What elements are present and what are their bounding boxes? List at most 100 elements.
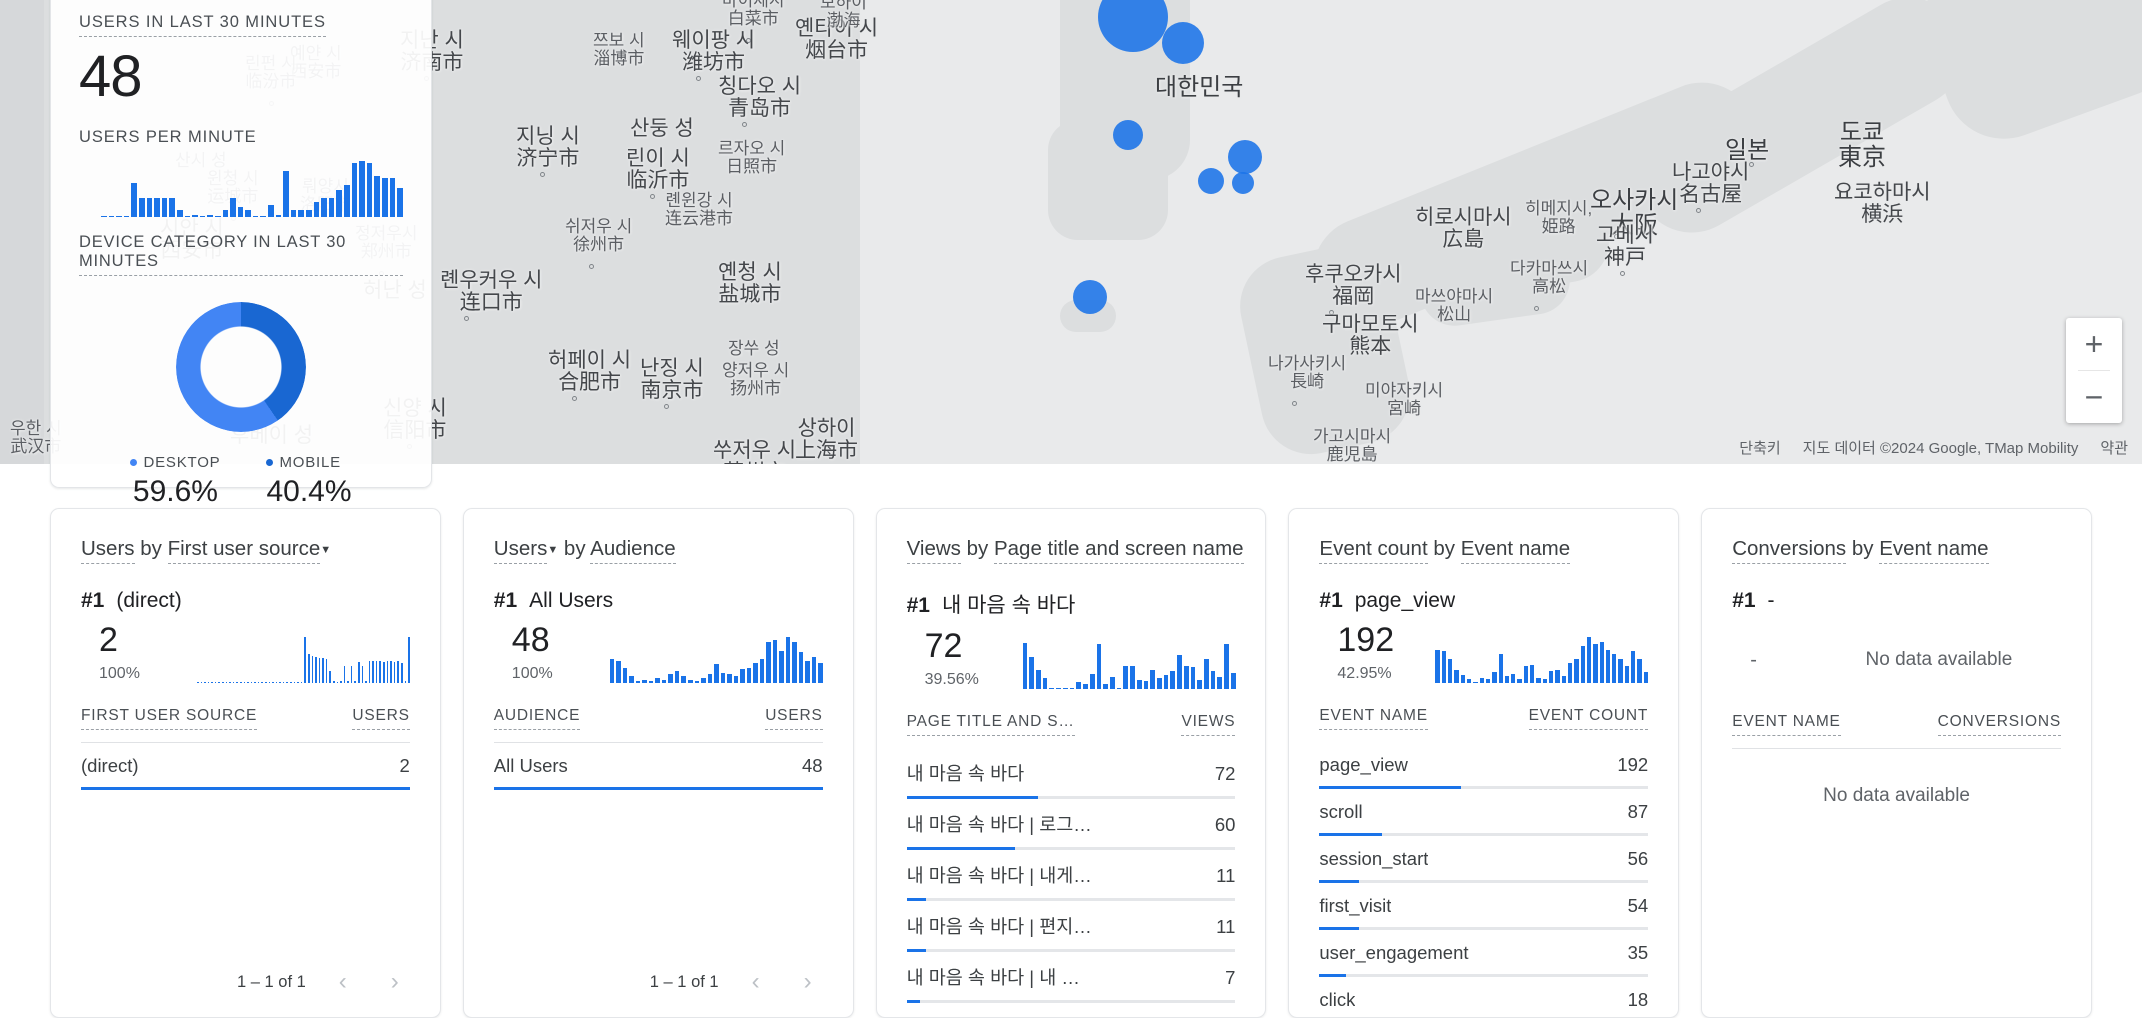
spark-bar: [329, 198, 335, 217]
card-metric-value: 72: [925, 629, 999, 663]
table-body: All Users 48: [494, 743, 823, 790]
map-label-line2: 青岛市: [718, 98, 801, 120]
map-landmass: [1906, 0, 2142, 156]
column-header-metric[interactable]: VIEWS: [1181, 713, 1235, 736]
map-city-label: 후쿠오카시福岡: [1305, 264, 1402, 308]
table-row[interactable]: 내 마음 속 바다 | 로그…60: [907, 799, 1236, 850]
spark-bar: [779, 651, 784, 683]
spark-bar: [359, 161, 365, 217]
column-header-metric[interactable]: CONVERSIONS: [1938, 713, 2061, 736]
terms-link[interactable]: 약관: [2100, 437, 2128, 458]
row-dimension-value: user_engagement: [1319, 942, 1468, 964]
card-dimension-selector[interactable]: Audience: [590, 537, 675, 564]
column-header-dimension[interactable]: FIRST USER SOURCE: [81, 707, 257, 730]
spark-bar: [773, 640, 778, 683]
metric-card-users: Users by First user source▼#1(direct)210…: [50, 508, 441, 1018]
pagination-next-icon[interactable]: ›: [793, 967, 823, 997]
users-per-minute-title: USERS PER MINUTE: [79, 128, 403, 147]
zoom-out-button[interactable]: −: [2066, 371, 2122, 423]
chevron-down-icon[interactable]: ▼: [320, 544, 331, 556]
chevron-down-icon[interactable]: ▼: [547, 544, 558, 556]
card-dimension-selector[interactable]: Page title and screen name: [994, 537, 1244, 564]
map-label-line1: 웨이팡 시: [672, 29, 755, 52]
pagination-prev-icon[interactable]: ‹: [328, 967, 358, 997]
spark-bar: [276, 215, 282, 217]
column-header-metric[interactable]: USERS: [352, 707, 409, 730]
row-dimension-value: 내 마음 속 바다 | 로그…: [907, 811, 1092, 837]
table-row[interactable]: 내 마음 속 바다 | 내 …7: [907, 952, 1236, 1003]
map-city-label: 보하이渤海: [820, 0, 867, 30]
table-row[interactable]: page_view192: [1319, 742, 1648, 789]
column-header-metric[interactable]: EVENT COUNT: [1529, 707, 1649, 730]
card-metric-selector[interactable]: Users: [81, 537, 135, 564]
column-header-dimension[interactable]: EVENT NAME: [1319, 707, 1428, 730]
map-label-line2: 神戸: [1596, 247, 1654, 269]
column-header-dimension[interactable]: AUDIENCE: [494, 707, 581, 730]
card-metric-selector[interactable]: Users: [494, 537, 548, 564]
column-header-dimension[interactable]: EVENT NAME: [1732, 713, 1841, 736]
spark-bar: [799, 652, 804, 683]
spark-bar: [312, 656, 314, 683]
table-row[interactable]: first_visit54: [1319, 883, 1648, 930]
metric-cards-row: Users by First user source▼#1(direct)210…: [0, 508, 2142, 1018]
spark-bar: [1480, 678, 1484, 683]
spark-bar: [792, 642, 797, 683]
map-user-bubble[interactable]: [1232, 172, 1254, 194]
users-30min-value: 48: [79, 47, 403, 108]
table-row[interactable]: All Users 48: [494, 743, 823, 790]
table-row[interactable]: 내 마음 속 바다 | 편지…11: [907, 901, 1236, 952]
spark-bar: [1144, 681, 1149, 689]
pagination-prev-icon[interactable]: ‹: [741, 967, 771, 997]
pagination-next-icon[interactable]: ›: [380, 967, 410, 997]
map-label-line1: 장쑤 성: [728, 339, 780, 358]
spark-bar: [1217, 677, 1222, 689]
table-header: AUDIENCE USERS: [494, 707, 823, 730]
map-user-bubble[interactable]: [1073, 280, 1107, 314]
map-user-bubble[interactable]: [1162, 22, 1204, 64]
table-row[interactable]: 내 마음 속 바다72: [907, 748, 1236, 799]
device-donut-wrap: [79, 302, 403, 432]
spark-bar: [291, 210, 297, 217]
spark-bar: [369, 661, 371, 683]
map-user-bubble[interactable]: [1198, 168, 1224, 194]
map-label-line1: 가고시마시: [1313, 427, 1391, 446]
table-header: PAGE TITLE AND S… VIEWS: [907, 713, 1236, 736]
card-metric-selector[interactable]: Event count: [1319, 537, 1427, 564]
spark-bar: [372, 661, 374, 683]
table-row[interactable]: 내 마음 속 바다 | 로그…7: [907, 1003, 1236, 1018]
card-metric-selector[interactable]: Conversions: [1732, 537, 1846, 564]
table-row[interactable]: 내 마음 속 바다 | 내게…11: [907, 850, 1236, 901]
table-row[interactable]: (direct)2: [81, 743, 410, 790]
map-user-bubble[interactable]: [1228, 140, 1262, 174]
table-body: page_view192scroll87session_start56first…: [1319, 742, 1648, 1018]
row-metric-value: 48: [802, 755, 823, 777]
zoom-in-button[interactable]: +: [2066, 318, 2122, 370]
card-metric-selector[interactable]: Views: [907, 537, 961, 564]
card-dimension-selector[interactable]: First user source: [168, 537, 321, 564]
card-title: Conversions by Event name: [1732, 537, 2061, 561]
spark-bar: [740, 669, 745, 683]
rank-item-name: page_view: [1355, 589, 1455, 613]
row-dimension-value: All Users: [494, 755, 568, 777]
spark-bar: [1499, 654, 1503, 683]
spark-bar: [1505, 676, 1509, 683]
column-header-dimension[interactable]: PAGE TITLE AND S…: [907, 713, 1075, 736]
spark-bar: [116, 216, 122, 217]
card-dimension-selector[interactable]: Event name: [1879, 537, 1988, 564]
table-row[interactable]: session_start56: [1319, 836, 1648, 883]
spark-bar: [298, 210, 304, 217]
card-title: Users▼ by Audience: [494, 537, 823, 561]
map-landmass: [1048, 120, 1168, 240]
map-zoom-controls[interactable]: + −: [2066, 318, 2122, 423]
spark-bar: [322, 658, 324, 683]
spark-bar: [254, 682, 256, 683]
table-row[interactable]: click18: [1319, 977, 1648, 1018]
spark-bar: [1090, 674, 1095, 689]
card-dimension-selector[interactable]: Event name: [1461, 537, 1570, 564]
map-city-label: 나고야시名古屋: [1672, 162, 1749, 206]
column-header-metric[interactable]: USERS: [765, 707, 822, 730]
table-row[interactable]: user_engagement35: [1319, 930, 1648, 977]
table-row[interactable]: scroll87: [1319, 789, 1648, 836]
map-user-bubble[interactable]: [1113, 120, 1143, 150]
keyboard-shortcuts-link[interactable]: 단축키: [1739, 437, 1780, 458]
